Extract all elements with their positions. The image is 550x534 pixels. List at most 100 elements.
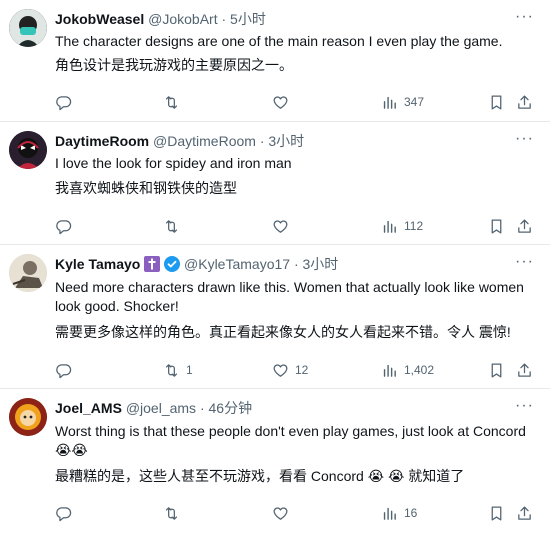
tweet[interactable]: JokobWeasel @JokobArt · 5小时 ··· The char…	[0, 0, 550, 122]
timestamp[interactable]: 3小时	[303, 256, 339, 272]
bookmark-icon	[491, 505, 502, 521]
tweet-header: JokobWeasel @JokobArt · 5小时	[55, 10, 266, 28]
tweet-translation: 角色设计是我玩游戏的主要原因之一。	[55, 57, 293, 73]
display-name[interactable]: Joel_AMS	[55, 400, 122, 416]
views-button[interactable]: 347	[381, 92, 424, 112]
retweet-button[interactable]	[163, 503, 186, 523]
like-button[interactable]	[272, 216, 295, 236]
like-button[interactable]	[272, 92, 295, 112]
more-icon[interactable]: ···	[515, 130, 534, 148]
verified-badge-icon[interactable]	[164, 256, 181, 272]
timestamp[interactable]: 46分钟	[209, 400, 253, 416]
separator: ·	[221, 11, 227, 27]
share-button[interactable]	[516, 360, 533, 380]
retweet-button[interactable]	[163, 92, 186, 112]
share-button[interactable]	[516, 92, 533, 112]
bookmark-icon	[491, 94, 502, 110]
action-bar: 16	[0, 503, 550, 523]
bookmark-button[interactable]	[488, 216, 505, 236]
retweet-icon	[165, 506, 178, 520]
views-count: 347	[404, 95, 425, 109]
heart-icon	[273, 95, 288, 109]
reply-icon	[56, 219, 72, 234]
reply-icon	[56, 363, 72, 378]
like-button[interactable]	[272, 503, 295, 523]
avatar[interactable]	[9, 131, 47, 169]
heart-icon	[273, 219, 288, 233]
tweet[interactable]: Kyle Tamayo @KyleTamayo17 · 3小时 ··· Need…	[0, 245, 550, 389]
bookmark-button[interactable]	[488, 92, 505, 112]
timestamp[interactable]: 3小时	[268, 133, 304, 149]
views-icon	[383, 96, 396, 109]
avatar[interactable]	[9, 254, 47, 292]
share-icon	[518, 218, 531, 233]
retweet-icon	[165, 363, 178, 377]
display-name[interactable]: JokobWeasel	[55, 11, 144, 27]
views-icon	[383, 220, 396, 233]
handle[interactable]: @KyleTamayo17	[184, 256, 290, 272]
tweet-text: I love the look for spidey and iron man	[55, 155, 292, 171]
retweet-count: 1	[186, 363, 193, 377]
separator: ·	[259, 133, 265, 149]
share-button[interactable]	[516, 503, 533, 523]
views-button[interactable]: 16	[381, 503, 417, 523]
reply-button[interactable]	[55, 92, 78, 112]
like-count: 12	[295, 363, 309, 377]
action-bar: 112	[0, 216, 550, 236]
views-count: 1,402	[404, 363, 435, 377]
views-button[interactable]: 1,402	[381, 360, 434, 380]
views-count: 16	[404, 506, 418, 520]
views-button[interactable]: 112	[381, 216, 423, 236]
handle[interactable]: @joel_ams	[126, 400, 196, 416]
separator: ·	[293, 256, 299, 272]
tweet-text: Need more characters drawn like this. Wo…	[55, 279, 524, 314]
tweet-text: Worst thing is that these people don't e…	[55, 423, 526, 458]
reply-icon	[56, 95, 72, 110]
share-icon	[518, 94, 531, 109]
bookmark-button[interactable]	[488, 360, 505, 380]
handle[interactable]: @JokobArt	[148, 11, 217, 27]
avatar[interactable]	[9, 9, 47, 47]
retweet-icon	[165, 95, 178, 109]
share-icon	[518, 505, 531, 520]
action-bar: 347	[0, 92, 550, 112]
tweet-header: DaytimeRoom @DaytimeRoom · 3小时	[55, 132, 304, 150]
bookmark-icon	[491, 362, 502, 378]
tweet-translation: 我喜欢蜘蛛侠和钢铁侠的造型	[55, 180, 237, 196]
retweet-button[interactable]	[163, 216, 186, 236]
cross-badge-icon	[144, 256, 161, 272]
tweet-translation: 最糟糕的是，这些人甚至不玩游戏，看看 Concord 😭 😭 就知道了	[55, 468, 465, 484]
views-icon	[383, 364, 396, 377]
reply-button[interactable]	[55, 216, 78, 236]
action-bar: 1 12 1,402	[0, 360, 550, 380]
tweet[interactable]: DaytimeRoom @DaytimeRoom · 3小时 ··· I lov…	[0, 122, 550, 245]
views-icon	[383, 507, 396, 520]
reply-icon	[56, 506, 72, 521]
display-name[interactable]: DaytimeRoom	[55, 133, 149, 149]
tweet-text: The character designs are one of the mai…	[55, 33, 503, 49]
avatar[interactable]	[9, 398, 47, 436]
handle[interactable]: @DaytimeRoom	[153, 133, 256, 149]
display-name[interactable]: Kyle Tamayo	[55, 256, 140, 272]
heart-icon	[273, 506, 288, 520]
tweet-header: Joel_AMS @joel_ams · 46分钟	[55, 399, 252, 417]
more-icon[interactable]: ···	[515, 397, 534, 415]
reply-button[interactable]	[55, 503, 78, 523]
tweet-header: Kyle Tamayo @KyleTamayo17 · 3小时	[55, 255, 338, 273]
tweet-translation: 需要更多像这样的角色。真正看起来像女人的女人看起来不错。令人 震惊!	[55, 324, 511, 340]
more-icon[interactable]: ···	[515, 253, 534, 271]
share-icon	[518, 362, 531, 377]
like-button[interactable]: 12	[272, 360, 308, 380]
heart-icon	[273, 363, 288, 377]
retweet-icon	[165, 219, 178, 233]
timestamp[interactable]: 5小时	[230, 11, 266, 27]
more-icon[interactable]: ···	[515, 8, 534, 26]
bookmark-icon	[491, 218, 502, 234]
separator: ·	[199, 400, 205, 416]
views-count: 112	[404, 219, 424, 233]
tweet[interactable]: Joel_AMS @joel_ams · 46分钟 ··· Worst thin…	[0, 389, 550, 534]
bookmark-button[interactable]	[488, 503, 505, 523]
retweet-button[interactable]: 1	[163, 360, 193, 380]
share-button[interactable]	[516, 216, 533, 236]
reply-button[interactable]	[55, 360, 78, 380]
